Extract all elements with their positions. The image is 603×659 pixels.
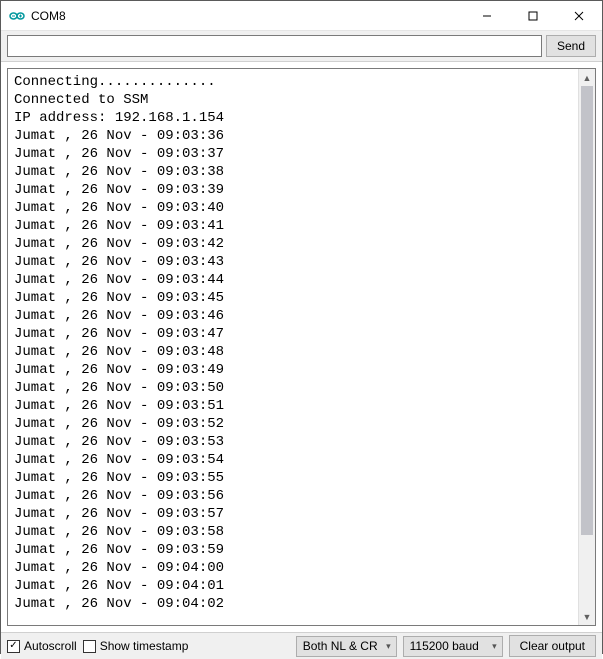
scroll-down-arrow-icon[interactable]: ▼: [579, 608, 595, 625]
footer-bar: ✓ Autoscroll Show timestamp Both NL & CR…: [1, 632, 602, 659]
window-controls: [464, 1, 602, 30]
arduino-icon: [9, 8, 25, 24]
serial-output[interactable]: Connecting.............. Connected to SS…: [8, 69, 578, 625]
checkbox-box: ✓: [7, 640, 20, 653]
checkbox-box: [83, 640, 96, 653]
window-title: COM8: [31, 9, 464, 23]
minimize-button[interactable]: [464, 1, 510, 30]
send-input[interactable]: [7, 35, 542, 57]
scroll-thumb[interactable]: [581, 86, 593, 535]
output-panel: Connecting.............. Connected to SS…: [7, 68, 596, 626]
maximize-button[interactable]: [510, 1, 556, 30]
close-button[interactable]: [556, 1, 602, 30]
chevron-down-icon: ▾: [492, 641, 497, 652]
scroll-up-arrow-icon[interactable]: ▲: [579, 69, 595, 86]
baud-select[interactable]: 115200 baud ▾: [403, 636, 503, 657]
line-ending-select[interactable]: Both NL & CR ▾: [296, 636, 397, 657]
scroll-track[interactable]: [579, 86, 595, 608]
baud-value: 115200 baud: [410, 639, 479, 653]
timestamp-checkbox[interactable]: Show timestamp: [83, 639, 189, 653]
chevron-down-icon: ▾: [386, 641, 391, 652]
autoscroll-label: Autoscroll: [24, 639, 77, 653]
autoscroll-checkbox[interactable]: ✓ Autoscroll: [7, 639, 77, 653]
titlebar: COM8: [1, 1, 602, 31]
send-row: Send: [1, 31, 602, 62]
vertical-scrollbar[interactable]: ▲ ▼: [578, 69, 595, 625]
timestamp-label: Show timestamp: [100, 639, 189, 653]
send-button[interactable]: Send: [546, 35, 596, 57]
line-ending-value: Both NL & CR: [303, 639, 378, 653]
